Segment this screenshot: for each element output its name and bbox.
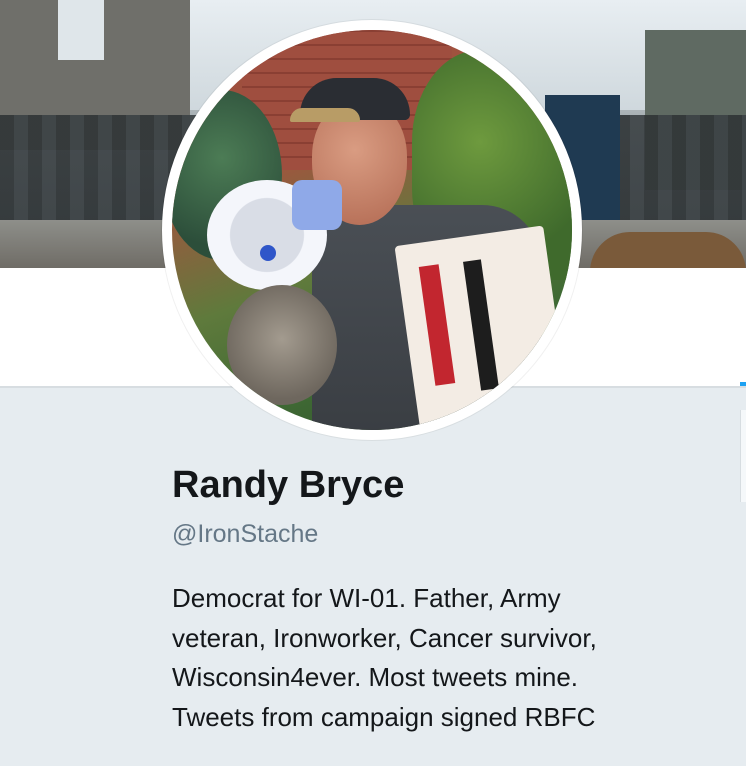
photo-megaphone-button (260, 245, 276, 261)
photo-megaphone-body (292, 180, 342, 230)
bio-line: Democrat for WI-01. Father, Army (172, 583, 561, 613)
avatar-photo (172, 30, 572, 430)
banner-dirt-pile (590, 232, 746, 268)
profile-bio: Democrat for WI-01. Father, Army veteran… (172, 579, 732, 737)
photo-microphone (227, 285, 337, 405)
bio-line: veteran, Ironworker, Cancer survivor, (172, 622, 597, 653)
photo-cap-bill (290, 108, 360, 122)
profile-name[interactable]: Randy Bryce (172, 461, 404, 509)
bio-line: Wisconsin4ever. Most tweets mine. (172, 662, 579, 692)
side-panel-edge (740, 410, 746, 502)
banner-window (58, 0, 104, 60)
profile-handle[interactable]: @IronStache (172, 517, 318, 551)
active-tab-indicator (740, 382, 746, 386)
bio-line: Tweets from campaign signed RBFC (172, 701, 596, 732)
profile-avatar[interactable] (162, 20, 582, 440)
